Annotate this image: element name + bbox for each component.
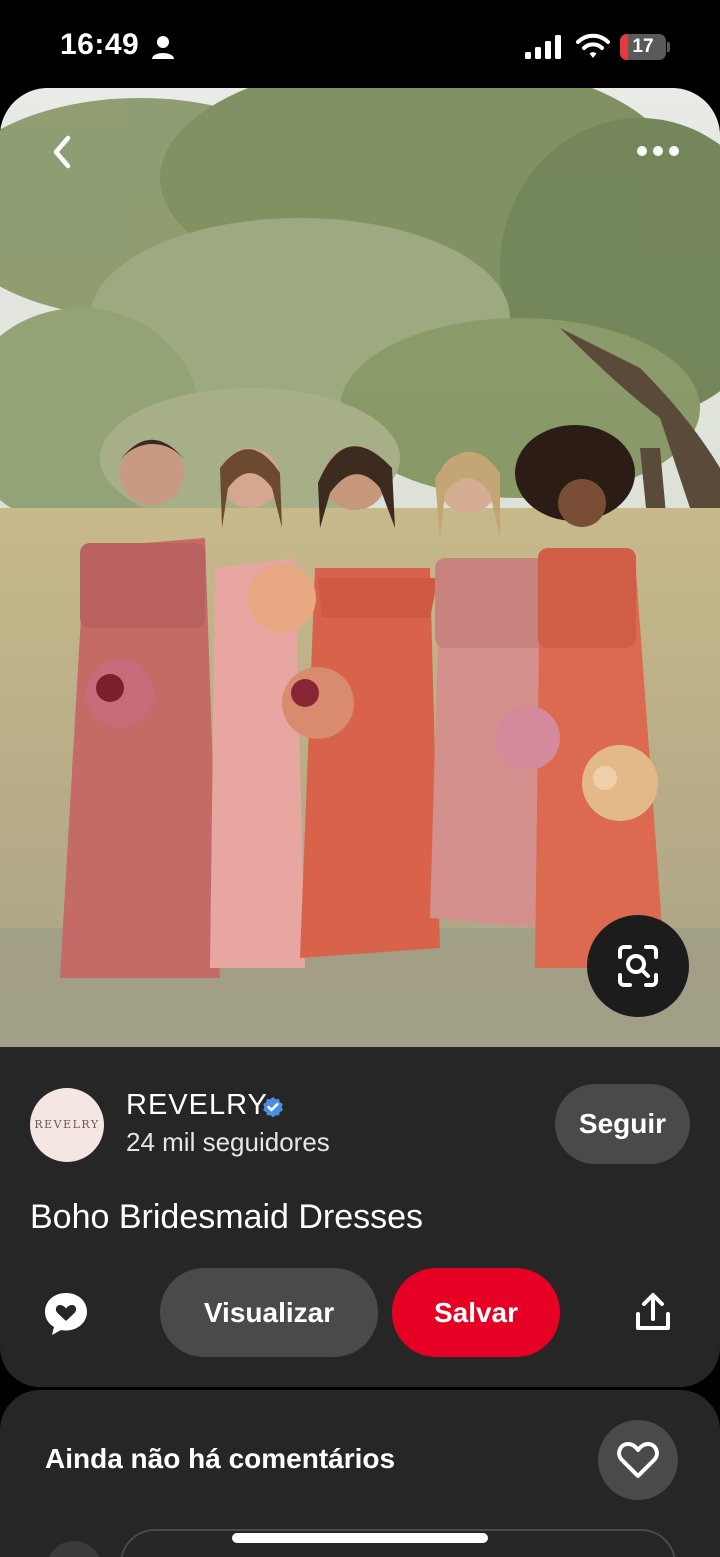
follow-button[interactable]: Seguir [555,1084,690,1164]
battery-indicator: 17 [620,34,670,60]
battery-body: 17 [620,34,666,60]
comments-empty-title: Ainda não há comentários [45,1443,396,1474]
battery-nub [667,42,670,52]
wifi-icon [576,33,610,58]
view-button[interactable]: Visualizar [160,1268,378,1357]
comments-panel: Ainda não há comentários [0,1390,720,1557]
pin-image[interactable] [0,88,720,1048]
heart-outline-icon [617,1442,659,1478]
status-bar: 16:49 17 [0,0,720,88]
current-user-avatar [46,1541,102,1557]
comment-button[interactable] [42,1290,90,1338]
visual-search-icon [618,945,658,987]
profile-avatar[interactable]: REVELRY [30,1088,104,1162]
pin-info-panel: REVELRY REVELRY 24 mil seguidores Seguir… [0,1047,720,1387]
avatar-logo-text: REVELRY [34,1118,100,1131]
status-time: 16:49 [60,28,140,61]
back-button[interactable] [34,124,90,180]
bridesmaids-photo [0,88,720,1048]
save-button[interactable]: Salvar [392,1268,560,1357]
share-upload-icon [636,1293,670,1330]
home-indicator [232,1533,488,1543]
person-icon [152,36,174,59]
share-button[interactable] [632,1292,674,1334]
cellular-signal-icon [525,35,561,59]
verified-badge-icon [263,1097,283,1118]
profile-name[interactable]: REVELRY [126,1089,268,1122]
follower-count: 24 mil seguidores [126,1127,330,1157]
more-options-button[interactable] [630,134,686,168]
visual-search-button[interactable] [587,915,689,1017]
chevron-left-icon [53,135,71,169]
ellipsis-icon [637,146,679,156]
pin-detail-screen: 16:49 17 REVELRY REVELRY 24 mil seguidor… [0,0,720,1557]
chat-bubble-heart-icon [45,1293,87,1335]
pin-title: Boho Bridesmaid Dresses [30,1198,424,1236]
react-button[interactable] [598,1420,678,1500]
battery-level: 17 [632,36,654,57]
